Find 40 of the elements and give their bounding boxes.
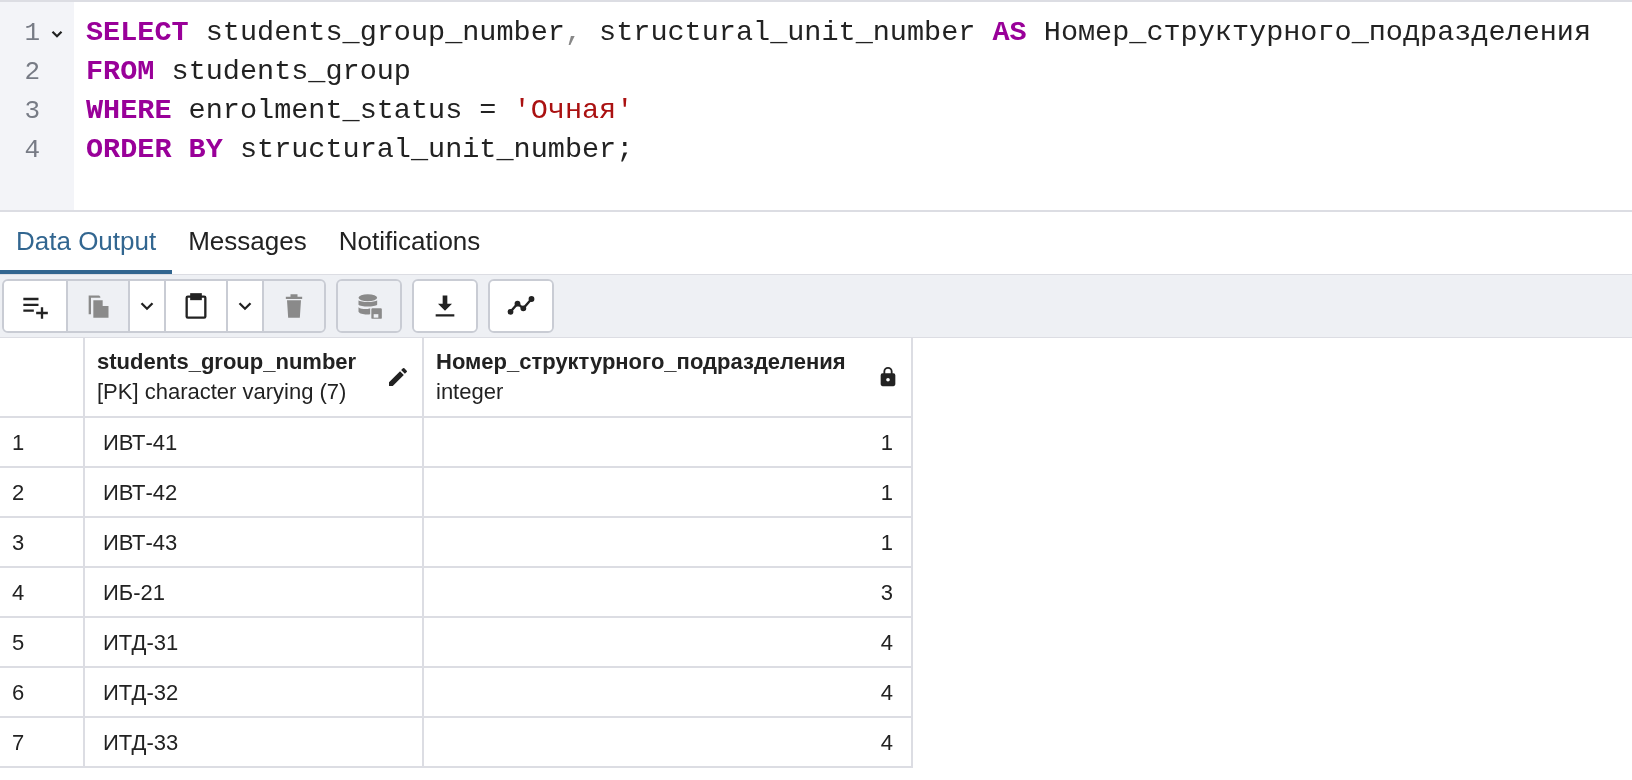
tab[interactable]: Messages xyxy=(172,212,323,274)
column-name: Номер_структурного_подразделения xyxy=(436,348,847,376)
table-cell: 4 xyxy=(424,668,913,716)
table-cell: ИБ-21 xyxy=(85,568,424,616)
table-cell: 4 xyxy=(424,618,913,666)
row-number: 6 xyxy=(0,668,85,716)
table-cell: 1 xyxy=(424,418,913,466)
row-number: 7 xyxy=(0,718,85,766)
table-cell: ИТД-31 xyxy=(85,618,424,666)
table-cell: 1 xyxy=(424,518,913,566)
column-type: [PK] character varying (7) xyxy=(97,378,348,406)
line-number: 1 xyxy=(23,17,40,50)
tab[interactable]: Notifications xyxy=(322,212,497,274)
paste-button[interactable] xyxy=(164,281,226,331)
table-cell: ИВТ-43 xyxy=(85,518,424,566)
table-cell: 1 xyxy=(424,468,913,516)
table-cell: ИВТ-41 xyxy=(85,418,424,466)
column-header[interactable]: Номер_структурного_подразделения integer xyxy=(424,338,913,416)
sql-editor[interactable]: 1 2 3 4 SELECT students_group_number, structural_unit_number AS Номер_структурного_подразделения FROM students_group WHERE enrolment_status = 'Очная' ORDER BY structural_unit_number; xyxy=(0,0,1632,212)
table-cell: ИТД-32 xyxy=(85,668,424,716)
row-number: 2 xyxy=(0,468,85,516)
row-number: 1 xyxy=(0,418,85,466)
table-cell: 4 xyxy=(424,718,913,766)
code-line: SELECT students_group_number, structural_unit_number AS Номер_структурного_подразделения xyxy=(86,15,1593,52)
line-number: 3 xyxy=(23,95,40,128)
line-number: 2 xyxy=(23,56,40,89)
code-line: ORDER BY structural_unit_number; xyxy=(86,132,635,169)
line-number: 4 xyxy=(23,134,40,167)
table-cell: ИВТ-42 xyxy=(85,468,424,516)
table-cell: ИТД-33 xyxy=(85,718,424,766)
row-number: 5 xyxy=(0,618,85,666)
code-line: WHERE enrolment_status = 'Очная' xyxy=(86,93,635,130)
column-header[interactable]: students_group_number [PK] character varying (7) xyxy=(85,338,424,416)
column-type: integer xyxy=(436,378,505,406)
add-row-button[interactable] xyxy=(4,281,66,331)
code-line: FROM students_group xyxy=(86,54,412,91)
row-number: 4 xyxy=(0,568,85,616)
column-name: students_group_number xyxy=(97,348,358,376)
row-number: 3 xyxy=(0,518,85,566)
table-cell: 3 xyxy=(424,568,913,616)
